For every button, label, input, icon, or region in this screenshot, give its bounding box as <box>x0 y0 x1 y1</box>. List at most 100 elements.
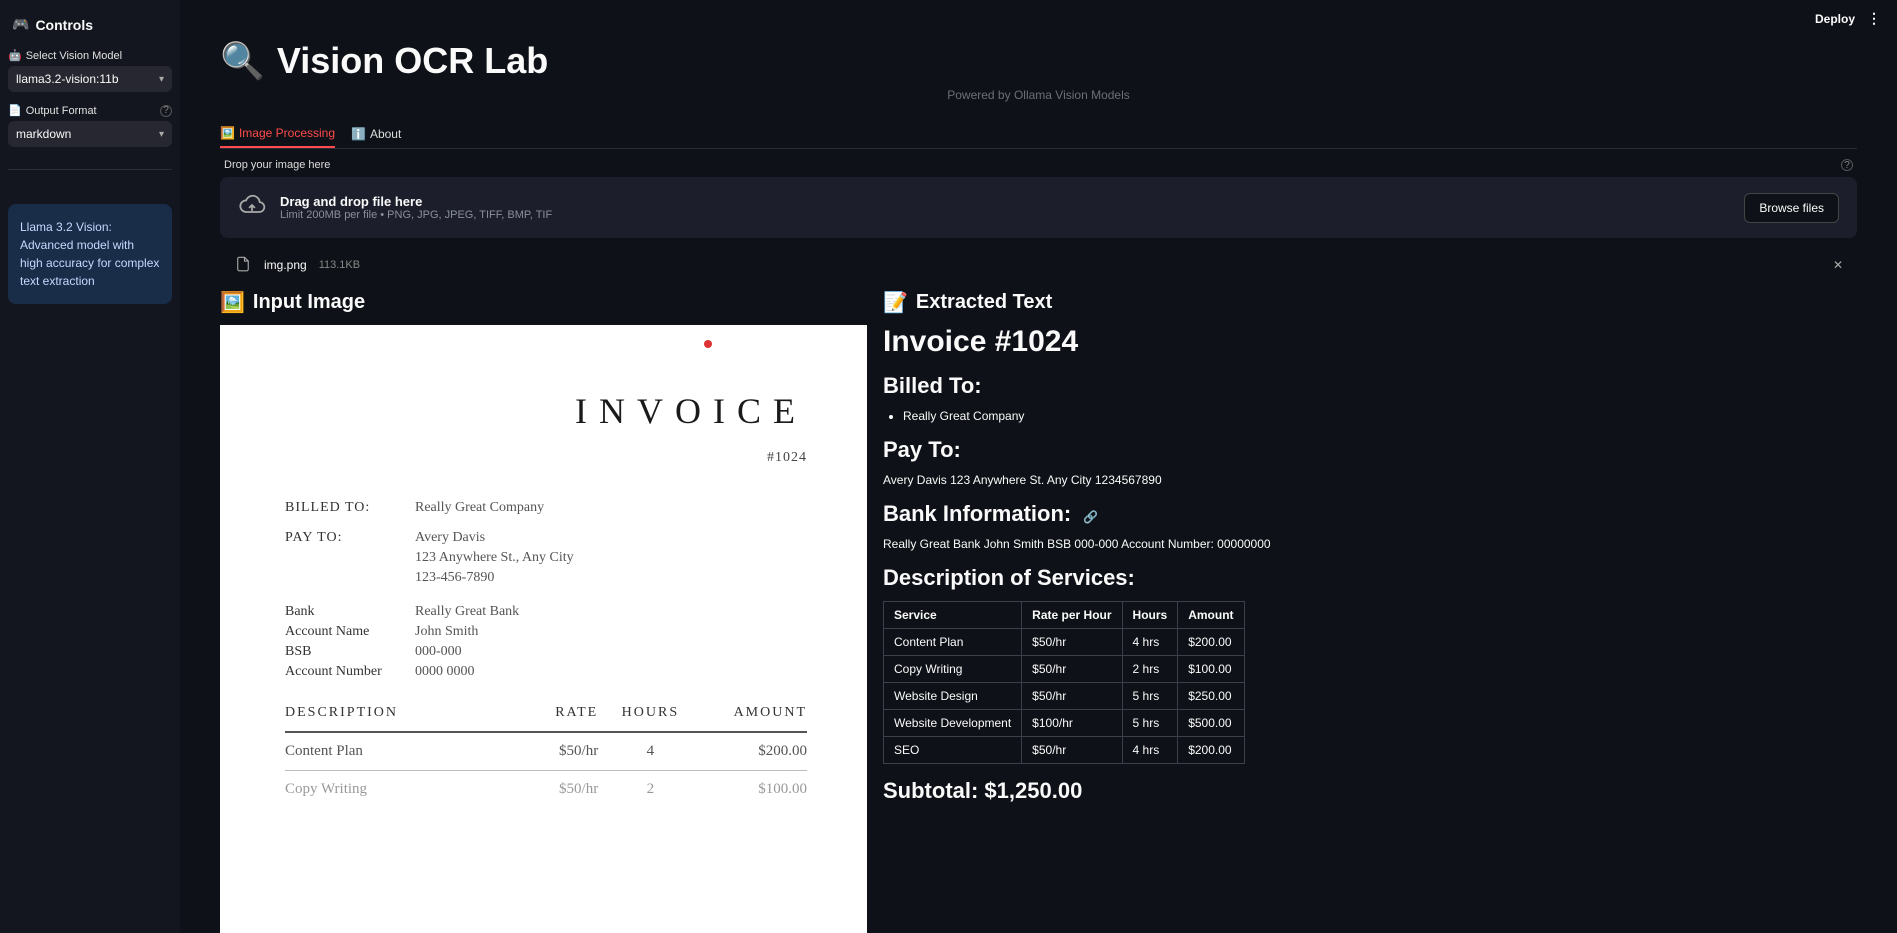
columns: 🖼️ Input Image INVOICE #1024 BILLED TO: … <box>220 290 1857 933</box>
model-value: llama3.2-vision:11b <box>16 72 119 86</box>
table-row: Copy Writing$50/hr2 hrs$100.00 <box>884 656 1245 683</box>
table-row: Content Plan $50/hr 4 $200.00 <box>285 733 807 771</box>
th-rate: RATE <box>494 705 598 721</box>
uploaded-file-row: img.png 113.1KB ✕ <box>220 248 1857 290</box>
invoice-body: BILLED TO: Really Great Company PAY TO: … <box>285 500 807 684</box>
ext-desc-h: Description of Services: <box>883 565 1857 591</box>
browse-files-button[interactable]: Browse files <box>1744 193 1839 223</box>
info-icon: ℹ️ <box>351 127 366 141</box>
file-name: img.png <box>264 258 307 272</box>
chevron-down-icon: ▾ <box>159 129 164 140</box>
invoice-table: DESCRIPTION RATE HOURS AMOUNT Content Pl… <box>285 695 807 808</box>
bank-value: Really Great Bank <box>415 604 519 620</box>
pay-to-label: PAY TO: <box>285 530 415 546</box>
ext-h1: Invoice #1024 <box>883 325 1857 359</box>
magnifier-icon: 🔍 <box>220 40 265 82</box>
file-uploader[interactable]: Drag and drop file here Limit 200MB per … <box>220 177 1857 238</box>
ext-services-table: Service Rate per Hour Hours Amount Conte… <box>883 601 1245 764</box>
sidebar-header: 🎮 Controls <box>8 8 172 37</box>
tab-about[interactable]: ℹ️ About <box>351 120 401 148</box>
acct-name-label: Account Name <box>285 624 415 640</box>
cloud-upload-icon <box>238 191 266 224</box>
deploy-button[interactable]: Deploy <box>1815 12 1855 26</box>
chevron-down-icon: ▾ <box>159 74 164 85</box>
bank-label: Bank <box>285 604 415 620</box>
format-value: markdown <box>16 127 71 141</box>
th-hours: HOURS <box>598 705 702 721</box>
pay-to-phone: 123-456-7890 <box>415 570 494 586</box>
ai-icon: 🤖 <box>8 49 22 62</box>
uploader-line1: Drag and drop file here <box>280 194 552 209</box>
model-field: 🤖 Select Vision Model llama3.2-vision:11… <box>8 49 172 92</box>
billed-to-label: BILLED TO: <box>285 500 415 516</box>
document-icon: 📄 <box>8 104 22 117</box>
th-service: Service <box>884 602 1022 629</box>
table-row: Website Design$50/hr5 hrs$250.00 <box>884 683 1245 710</box>
extracted-text-header: 📝 Extracted Text <box>883 290 1857 315</box>
invoice-number: #1024 <box>767 450 807 466</box>
th-amount: AMOUNT <box>703 705 807 721</box>
model-select[interactable]: llama3.2-vision:11b ▾ <box>8 66 172 92</box>
bsb-value: 000-000 <box>415 644 462 660</box>
model-label-row: 🤖 Select Vision Model <box>8 49 172 62</box>
acct-name-value: John Smith <box>415 624 478 640</box>
image-icon: 🖼️ <box>220 126 235 140</box>
tab-label-1: About <box>370 127 401 141</box>
topbar: Deploy ⋮ <box>1815 8 1885 29</box>
col-left: 🖼️ Input Image INVOICE #1024 BILLED TO: … <box>220 290 867 933</box>
model-label: Select Vision Model <box>26 50 122 62</box>
extracted-text-title: Extracted Text <box>916 291 1052 314</box>
menu-dots-icon[interactable]: ⋮ <box>1863 8 1885 29</box>
sidebar: 🎮 Controls 🤖 Select Vision Model llama3.… <box>0 0 180 933</box>
billed-to-value: Really Great Company <box>415 500 544 516</box>
th-amount: Amount <box>1178 602 1244 629</box>
page-title-text: Vision OCR Lab <box>277 40 548 82</box>
uploader-line2: Limit 200MB per file • PNG, JPG, JPEG, T… <box>280 209 552 221</box>
controls-title: Controls <box>35 17 93 33</box>
remove-file-button[interactable]: ✕ <box>1829 254 1847 276</box>
ext-bank-p: Really Great Bank John Smith BSB 000-000… <box>883 537 1857 551</box>
input-image-title: Input Image <box>253 291 365 314</box>
pay-to-addr: 123 Anywhere St., Any City <box>415 550 574 566</box>
file-icon <box>234 255 252 276</box>
page-subtitle: Powered by Ollama Vision Models <box>220 88 1857 102</box>
red-dot <box>704 340 712 348</box>
ext-billed-h: Billed To: <box>883 373 1857 399</box>
input-image: INVOICE #1024 BILLED TO: Really Great Co… <box>220 325 867 933</box>
table-row: Copy Writing $50/hr 2 $100.00 <box>285 771 807 808</box>
acct-num-value: 0000 0000 <box>415 664 475 680</box>
table-row: Content Plan$50/hr4 hrs$200.00 <box>884 629 1245 656</box>
help-icon[interactable]: ? <box>160 105 172 117</box>
bsb-label: BSB <box>285 644 415 660</box>
invoice-heading: INVOICE <box>575 390 807 432</box>
link-icon[interactable]: 🔗 <box>1083 510 1098 524</box>
col-right: 📝 Extracted Text Invoice #1024 Billed To… <box>883 290 1857 933</box>
image-icon: 🖼️ <box>220 290 245 315</box>
help-icon[interactable]: ? <box>1841 159 1853 171</box>
tabs: 🖼️ Image Processing ℹ️ About <box>220 120 1857 149</box>
controls-icon: 🎮 <box>12 16 29 33</box>
format-label-row: 📄 Output Format ? <box>8 104 172 117</box>
ext-billed-li: Really Great Company <box>903 409 1857 423</box>
tab-label-0: Image Processing <box>239 126 335 140</box>
table-row: Website Development$100/hr5 hrs$500.00 <box>884 710 1245 737</box>
ext-bank-h: Bank Information: 🔗 <box>883 501 1857 527</box>
ext-payto-h: Pay To: <box>883 437 1857 463</box>
ext-payto-p: Avery Davis 123 Anywhere St. Any City 12… <box>883 473 1857 487</box>
page-title: 🔍 Vision OCR Lab <box>220 40 1857 82</box>
ext-subtotal-h: Subtotal: $1,250.00 <box>883 778 1857 804</box>
drop-header-row: Drop your image here ? <box>220 157 1857 173</box>
th-hours: Hours <box>1122 602 1178 629</box>
tab-image-processing[interactable]: 🖼️ Image Processing <box>220 120 335 148</box>
pay-to-name: Avery Davis <box>415 530 485 546</box>
main: Deploy ⋮ 🔍 Vision OCR Lab Powered by Oll… <box>180 0 1897 933</box>
th-desc: DESCRIPTION <box>285 705 494 721</box>
drop-header: Drop your image here <box>224 159 330 171</box>
file-size: 113.1KB <box>319 259 360 271</box>
format-field: 📄 Output Format ? markdown ▾ <box>8 104 172 147</box>
acct-num-label: Account Number <box>285 664 415 680</box>
format-select[interactable]: markdown ▾ <box>8 121 172 147</box>
divider <box>8 169 172 170</box>
memo-icon: 📝 <box>883 290 908 315</box>
content: 🔍 Vision OCR Lab Powered by Ollama Visio… <box>180 0 1897 933</box>
